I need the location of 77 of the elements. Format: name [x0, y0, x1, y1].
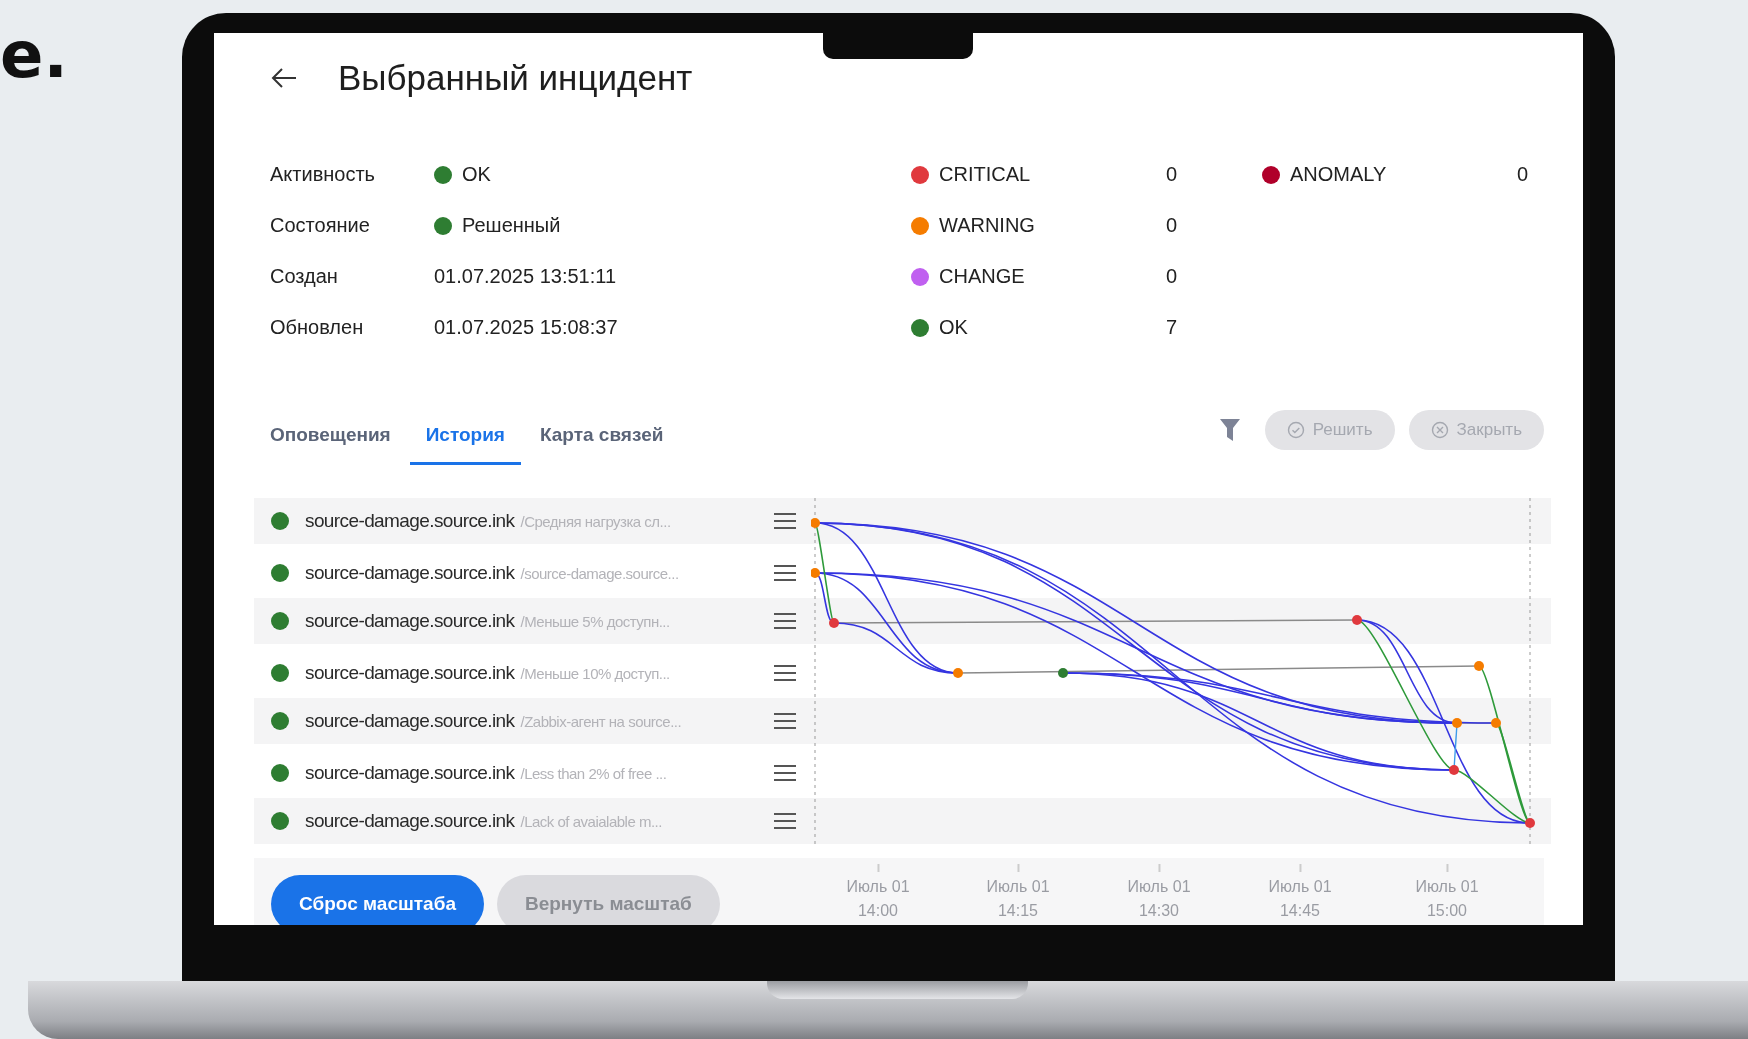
- host-name: source-damage.source.ink: [305, 810, 515, 832]
- event-description: /Меньше 10% доступ...: [520, 664, 671, 682]
- check-circle-icon: [1286, 421, 1305, 439]
- event-node[interactable]: [1449, 765, 1459, 775]
- axis-time-label: 14:15: [997, 902, 1038, 920]
- event-node[interactable]: [1352, 615, 1362, 625]
- event-description: /Zabbix-агент на source...: [520, 712, 683, 730]
- filter-icon[interactable]: [1218, 418, 1241, 442]
- severity-label: WARNING: [939, 214, 1035, 237]
- axis-date-label: Июль 01: [1415, 878, 1479, 896]
- event-node[interactable]: [1491, 718, 1501, 728]
- axis-date-label: Июль 01: [1127, 878, 1191, 896]
- back-arrow-icon[interactable]: [270, 67, 298, 89]
- menu-icon[interactable]: [773, 612, 797, 630]
- detail-label: Состояние: [270, 214, 371, 237]
- event-node[interactable]: [811, 518, 820, 528]
- axis-time-label: 14:00: [857, 902, 898, 920]
- severity-label: OK: [939, 316, 968, 339]
- anomaly-label: ANOMALY: [1290, 163, 1387, 186]
- axis-time-label: 15:00: [1426, 902, 1467, 920]
- event-node[interactable]: [1474, 661, 1484, 671]
- status-dot: [271, 712, 289, 730]
- status-dot: [271, 764, 289, 782]
- tab[interactable]: Оповещения: [254, 410, 407, 465]
- event-node[interactable]: [1525, 818, 1535, 828]
- severity-label: CHANGE: [939, 265, 1025, 288]
- host-name: source-damage.source.ink: [305, 610, 515, 632]
- host-name: source-damage.source.ink: [305, 510, 515, 532]
- status-dot: [271, 612, 289, 630]
- severity-label: CRITICAL: [939, 163, 1031, 186]
- event-description: /Средняя нагрузка сл...: [520, 512, 672, 530]
- axis-date-label: Июль 01: [846, 878, 910, 896]
- event-node[interactable]: [953, 668, 963, 678]
- detail-label: Создан: [270, 265, 339, 288]
- status-dot: [271, 812, 289, 830]
- menu-icon[interactable]: [773, 564, 797, 582]
- event-node[interactable]: [811, 568, 820, 578]
- axis-time-label: 14:30: [1138, 902, 1179, 920]
- detail-value: OK: [462, 163, 491, 186]
- axis-time-label: 14:45: [1279, 902, 1320, 920]
- axis-date-label: Июль 01: [986, 878, 1050, 896]
- tab[interactable]: История: [409, 410, 521, 465]
- severity-count: 0: [1166, 214, 1179, 237]
- severity-count: 0: [1166, 163, 1179, 186]
- menu-icon[interactable]: [773, 664, 797, 682]
- severity-count: 7: [1166, 316, 1179, 339]
- event-description: /Less than 2% of free ...: [520, 764, 668, 782]
- event-description: /Меньше 5% доступн...: [520, 612, 671, 630]
- reset-zoom-button[interactable]: Сброс масштаба: [271, 875, 484, 925]
- axis-date-label: Июль 01: [1268, 878, 1332, 896]
- detail-label: Активность: [270, 163, 377, 186]
- host-name: source-damage.source.ink: [305, 710, 515, 732]
- anomaly-count: 0: [1517, 163, 1530, 186]
- close-circle-icon: [1430, 421, 1449, 439]
- event-description: /source-damage.source...: [520, 564, 680, 582]
- menu-icon[interactable]: [773, 812, 797, 830]
- detail-value: 01.07.2025 15:08:37: [434, 316, 618, 339]
- status-dot: [271, 512, 289, 530]
- host-name: source-damage.source.ink: [305, 762, 515, 784]
- host-name: source-damage.source.ink: [305, 562, 515, 584]
- menu-icon[interactable]: [773, 512, 797, 530]
- page-title: Выбранный инцидент: [338, 58, 693, 98]
- event-node[interactable]: [1452, 718, 1462, 728]
- menu-icon[interactable]: [773, 712, 797, 730]
- detail-value: Решенный: [462, 214, 561, 237]
- status-dot: [271, 564, 289, 582]
- tab[interactable]: Карта связей: [523, 410, 680, 465]
- event-node[interactable]: [829, 618, 839, 628]
- event-node[interactable]: [1058, 668, 1068, 678]
- detail-label: Обновлен: [270, 316, 365, 339]
- status-dot: [271, 664, 289, 682]
- menu-icon[interactable]: [773, 764, 797, 782]
- severity-count: 0: [1166, 265, 1179, 288]
- detail-value: 01.07.2025 13:51:11: [434, 265, 617, 288]
- event-description: /Lack of avaialable m...: [520, 812, 663, 830]
- host-name: source-damage.source.ink: [305, 662, 515, 684]
- headline-text: e.: [0, 18, 68, 92]
